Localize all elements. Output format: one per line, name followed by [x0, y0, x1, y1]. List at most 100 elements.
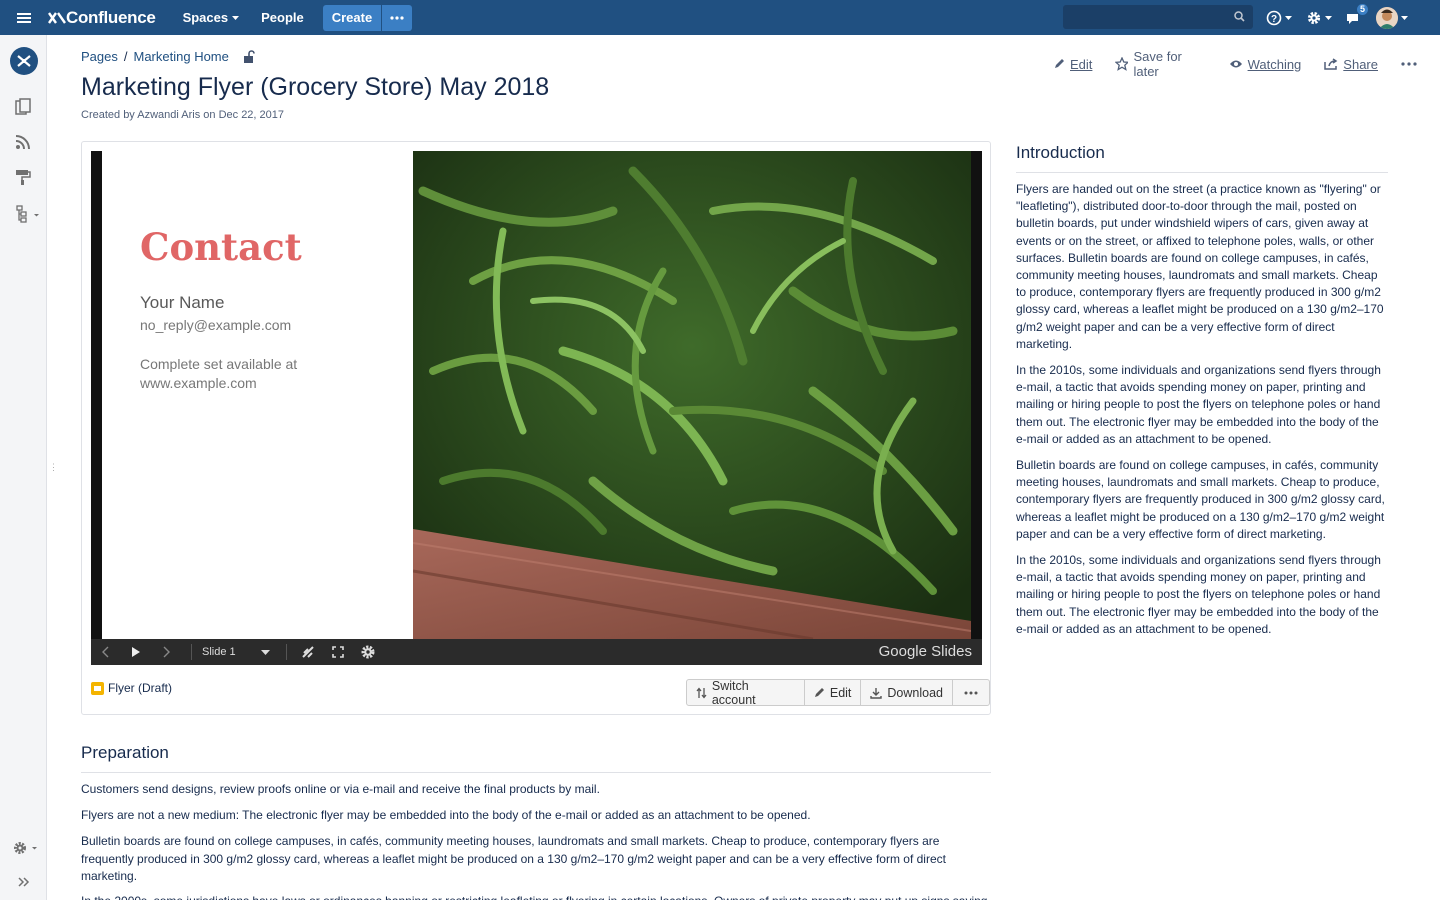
- google-slides-icon: [91, 681, 104, 695]
- slide-settings-button[interactable]: [353, 639, 383, 665]
- slide-text-panel: Contact Your Name no_reply@example.com C…: [102, 151, 413, 639]
- page-actions: Edit Save for later Watching Share: [1053, 49, 1440, 79]
- chevron-down-icon: [260, 649, 270, 655]
- chevron-right-icon: [163, 646, 170, 658]
- spaces-label: Spaces: [182, 10, 229, 25]
- share-button[interactable]: Share: [1324, 57, 1378, 72]
- download-button[interactable]: Download: [861, 680, 953, 705]
- embed-more-button[interactable]: [953, 680, 989, 705]
- embed-footer: Flyer (Draft) Switch account Edit Downlo…: [82, 673, 990, 715]
- save-for-later-label: Save for later: [1133, 49, 1182, 79]
- unlock-icon[interactable]: [243, 50, 255, 63]
- help-menu[interactable]: ?: [1266, 10, 1292, 26]
- breadcrumb-marketing-home[interactable]: Marketing Home: [134, 49, 229, 64]
- chevron-down-icon: [1285, 15, 1292, 20]
- slide-heading: Contact: [140, 225, 302, 269]
- notifications-button[interactable]: 5: [1346, 3, 1368, 25]
- paragraph: Customers send designs, review proofs on…: [81, 782, 600, 796]
- page-byline: Created by Azwandi Aris on Dec 22, 2017: [81, 109, 285, 121]
- slide-label: Slide 1: [202, 646, 236, 658]
- divider: [81, 772, 991, 773]
- app-name: Confluence: [66, 7, 156, 27]
- edit-label: Edit: [1070, 56, 1093, 72]
- file-link[interactable]: Flyer (Draft): [91, 681, 172, 695]
- breadcrumb-pages[interactable]: Pages: [81, 49, 118, 64]
- switch-icon: [696, 686, 707, 699]
- slide-select-button[interactable]: [250, 639, 280, 665]
- slide-available-text: Complete set available at: [140, 356, 298, 372]
- fullscreen-icon: [332, 646, 344, 658]
- rss-icon[interactable]: [15, 134, 31, 150]
- save-for-later-button[interactable]: Save for later: [1115, 49, 1205, 79]
- breadcrumb: Pages / Marketing Home: [81, 49, 255, 64]
- paint-roller-icon[interactable]: [15, 169, 31, 185]
- pencil-icon: [1055, 59, 1064, 68]
- divider: [1016, 172, 1388, 173]
- chevron-down-icon: [232, 15, 240, 20]
- paragraph: Bulletin boards are found on college cam…: [1016, 458, 1385, 541]
- expand-sidebar-icon[interactable]: [18, 877, 30, 887]
- watching-label: Watching: [1247, 56, 1302, 72]
- confluence-logo-icon: [48, 11, 66, 24]
- file-name: Flyer (Draft): [108, 681, 172, 695]
- green-beans-photo: [413, 151, 971, 639]
- watching-button[interactable]: Watching: [1229, 56, 1302, 72]
- chevron-left-icon: [102, 646, 109, 658]
- play-icon: [132, 647, 140, 657]
- page-title: Marketing Flyer (Grocery Store) May 2018: [81, 73, 550, 101]
- confluence-logo[interactable]: Confluence: [48, 8, 156, 28]
- paragraph: In the 2010s, some individuals and organ…: [1016, 363, 1381, 446]
- space-logo-icon: [17, 55, 31, 67]
- introduction-heading: Introduction: [1016, 143, 1105, 162]
- chevron-down-icon: [1325, 15, 1332, 20]
- paragraph-partial: In the 2000s, some jurisdictions have la…: [81, 893, 991, 900]
- switch-account-button[interactable]: Switch account: [687, 679, 805, 707]
- search-icon: [1234, 11, 1245, 22]
- slide-controls: Slide 1 Google Slides: [91, 639, 982, 665]
- embed-actions: Switch account Edit Download: [686, 679, 990, 707]
- preparation-heading: Preparation: [81, 743, 169, 762]
- paragraph: Flyers are handed out on the street (a p…: [1016, 182, 1384, 351]
- people-link[interactable]: People: [250, 0, 315, 35]
- create-more-button[interactable]: [382, 4, 413, 31]
- ellipsis-icon: [390, 15, 404, 20]
- introduction-body: Flyers are handed out on the street (a p…: [1016, 181, 1388, 647]
- sidebar-resize-handle[interactable]: ⋮: [49, 462, 58, 476]
- google-slides-embed: Contact Your Name no_reply@example.com C…: [81, 141, 991, 715]
- gear-icon: [1307, 11, 1321, 24]
- fullscreen-button[interactable]: [323, 639, 353, 665]
- edit-page-button[interactable]: Edit: [1053, 57, 1092, 72]
- slide-viewer[interactable]: Contact Your Name no_reply@example.com C…: [91, 151, 982, 665]
- create-button[interactable]: Create: [322, 4, 382, 31]
- previous-slide-button[interactable]: [91, 639, 121, 665]
- link-button[interactable]: [293, 639, 323, 665]
- next-slide-button[interactable]: [151, 639, 181, 665]
- spaces-menu[interactable]: Spaces: [172, 0, 251, 35]
- slide-website: www.example.com: [140, 375, 257, 391]
- share-label: Share: [1343, 56, 1378, 72]
- more-actions-button[interactable]: [1401, 62, 1417, 66]
- space-settings-icon[interactable]: [13, 840, 39, 856]
- play-button[interactable]: [121, 639, 151, 665]
- search-input[interactable]: [1063, 5, 1253, 29]
- pages-icon[interactable]: [15, 98, 31, 116]
- link-icon: [302, 646, 314, 658]
- divider: [191, 644, 192, 660]
- space-logo[interactable]: [10, 47, 38, 75]
- people-label: People: [261, 10, 304, 25]
- divider: [286, 644, 287, 660]
- menu-icon[interactable]: [0, 0, 48, 35]
- paragraph: Flyers are not a new medium: The electro…: [81, 808, 811, 823]
- user-menu[interactable]: [1376, 6, 1408, 29]
- help-icon: ?: [1266, 10, 1282, 25]
- top-navigation-bar: Confluence Spaces People Create ? 5: [0, 0, 1440, 35]
- page-tree-icon[interactable]: [15, 205, 39, 223]
- avatar: [1376, 6, 1398, 29]
- paragraph: Bulletin boards are found on college cam…: [81, 834, 946, 883]
- edit-embed-button[interactable]: Edit: [805, 680, 862, 705]
- google-slides-logo[interactable]: Google Slides: [879, 643, 972, 660]
- slide-name: Your Name: [140, 293, 225, 312]
- settings-menu[interactable]: [1306, 10, 1332, 26]
- chevron-down-icon: [1401, 15, 1408, 20]
- paragraph: In the 2010s, some individuals and organ…: [1016, 553, 1381, 636]
